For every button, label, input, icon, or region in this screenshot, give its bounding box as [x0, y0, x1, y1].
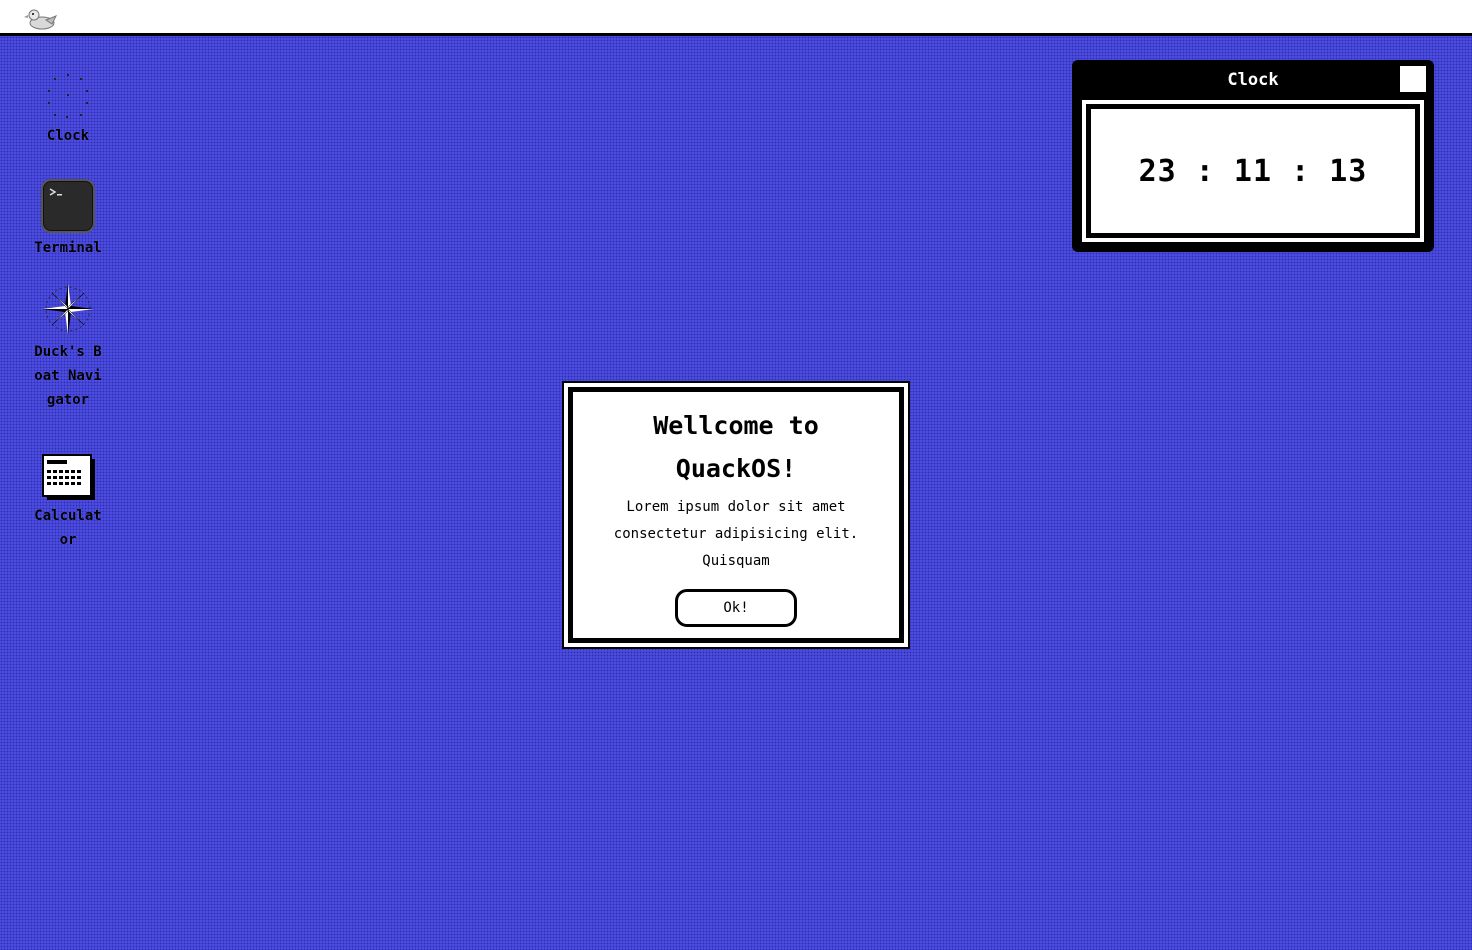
desktop: Clock Terminal Duck's Boat Navigator Cal… — [0, 36, 1472, 950]
close-icon[interactable] — [1400, 66, 1426, 92]
clock-icon — [40, 72, 96, 122]
desktop-icon-label: Duck's Boat Navigator — [34, 344, 102, 408]
clock-face: 23 : 11 : 13 — [1082, 100, 1424, 242]
welcome-dialog-inner: Wellcome to QuackOS! Lorem ipsum dolor s… — [568, 387, 904, 643]
desktop-icon-calculator[interactable]: Calculator — [28, 454, 108, 552]
desktop-icon-terminal[interactable]: Terminal — [28, 178, 108, 260]
desktop-icon-navigator[interactable]: Duck's Boat Navigator — [28, 280, 108, 412]
desktop-icon-label: Calculator — [34, 508, 102, 548]
clock-time: 23 : 11 : 13 — [1086, 104, 1420, 238]
dialog-body: Lorem ipsum dolor sit amet consectetur a… — [613, 499, 859, 569]
calculator-icon — [40, 454, 96, 502]
welcome-dialog: Wellcome to QuackOS! Lorem ipsum dolor s… — [562, 381, 910, 649]
desktop-icon-label: Terminal — [34, 240, 102, 256]
menu-bar — [0, 0, 1472, 36]
clock-window-titlebar[interactable]: Clock — [1072, 60, 1434, 96]
compass-icon — [40, 280, 96, 338]
clock-window[interactable]: Clock 23 : 11 : 13 — [1072, 60, 1434, 252]
desktop-icon-clock[interactable]: Clock — [28, 72, 108, 148]
ok-button[interactable]: Ok! — [675, 589, 797, 627]
terminal-icon — [40, 178, 96, 234]
desktop-icon-label: Clock — [46, 128, 90, 144]
duck-logo-icon[interactable] — [24, 6, 60, 32]
clock-window-title: Clock — [1227, 70, 1279, 90]
dialog-title: Wellcome to QuackOS! — [653, 411, 819, 483]
